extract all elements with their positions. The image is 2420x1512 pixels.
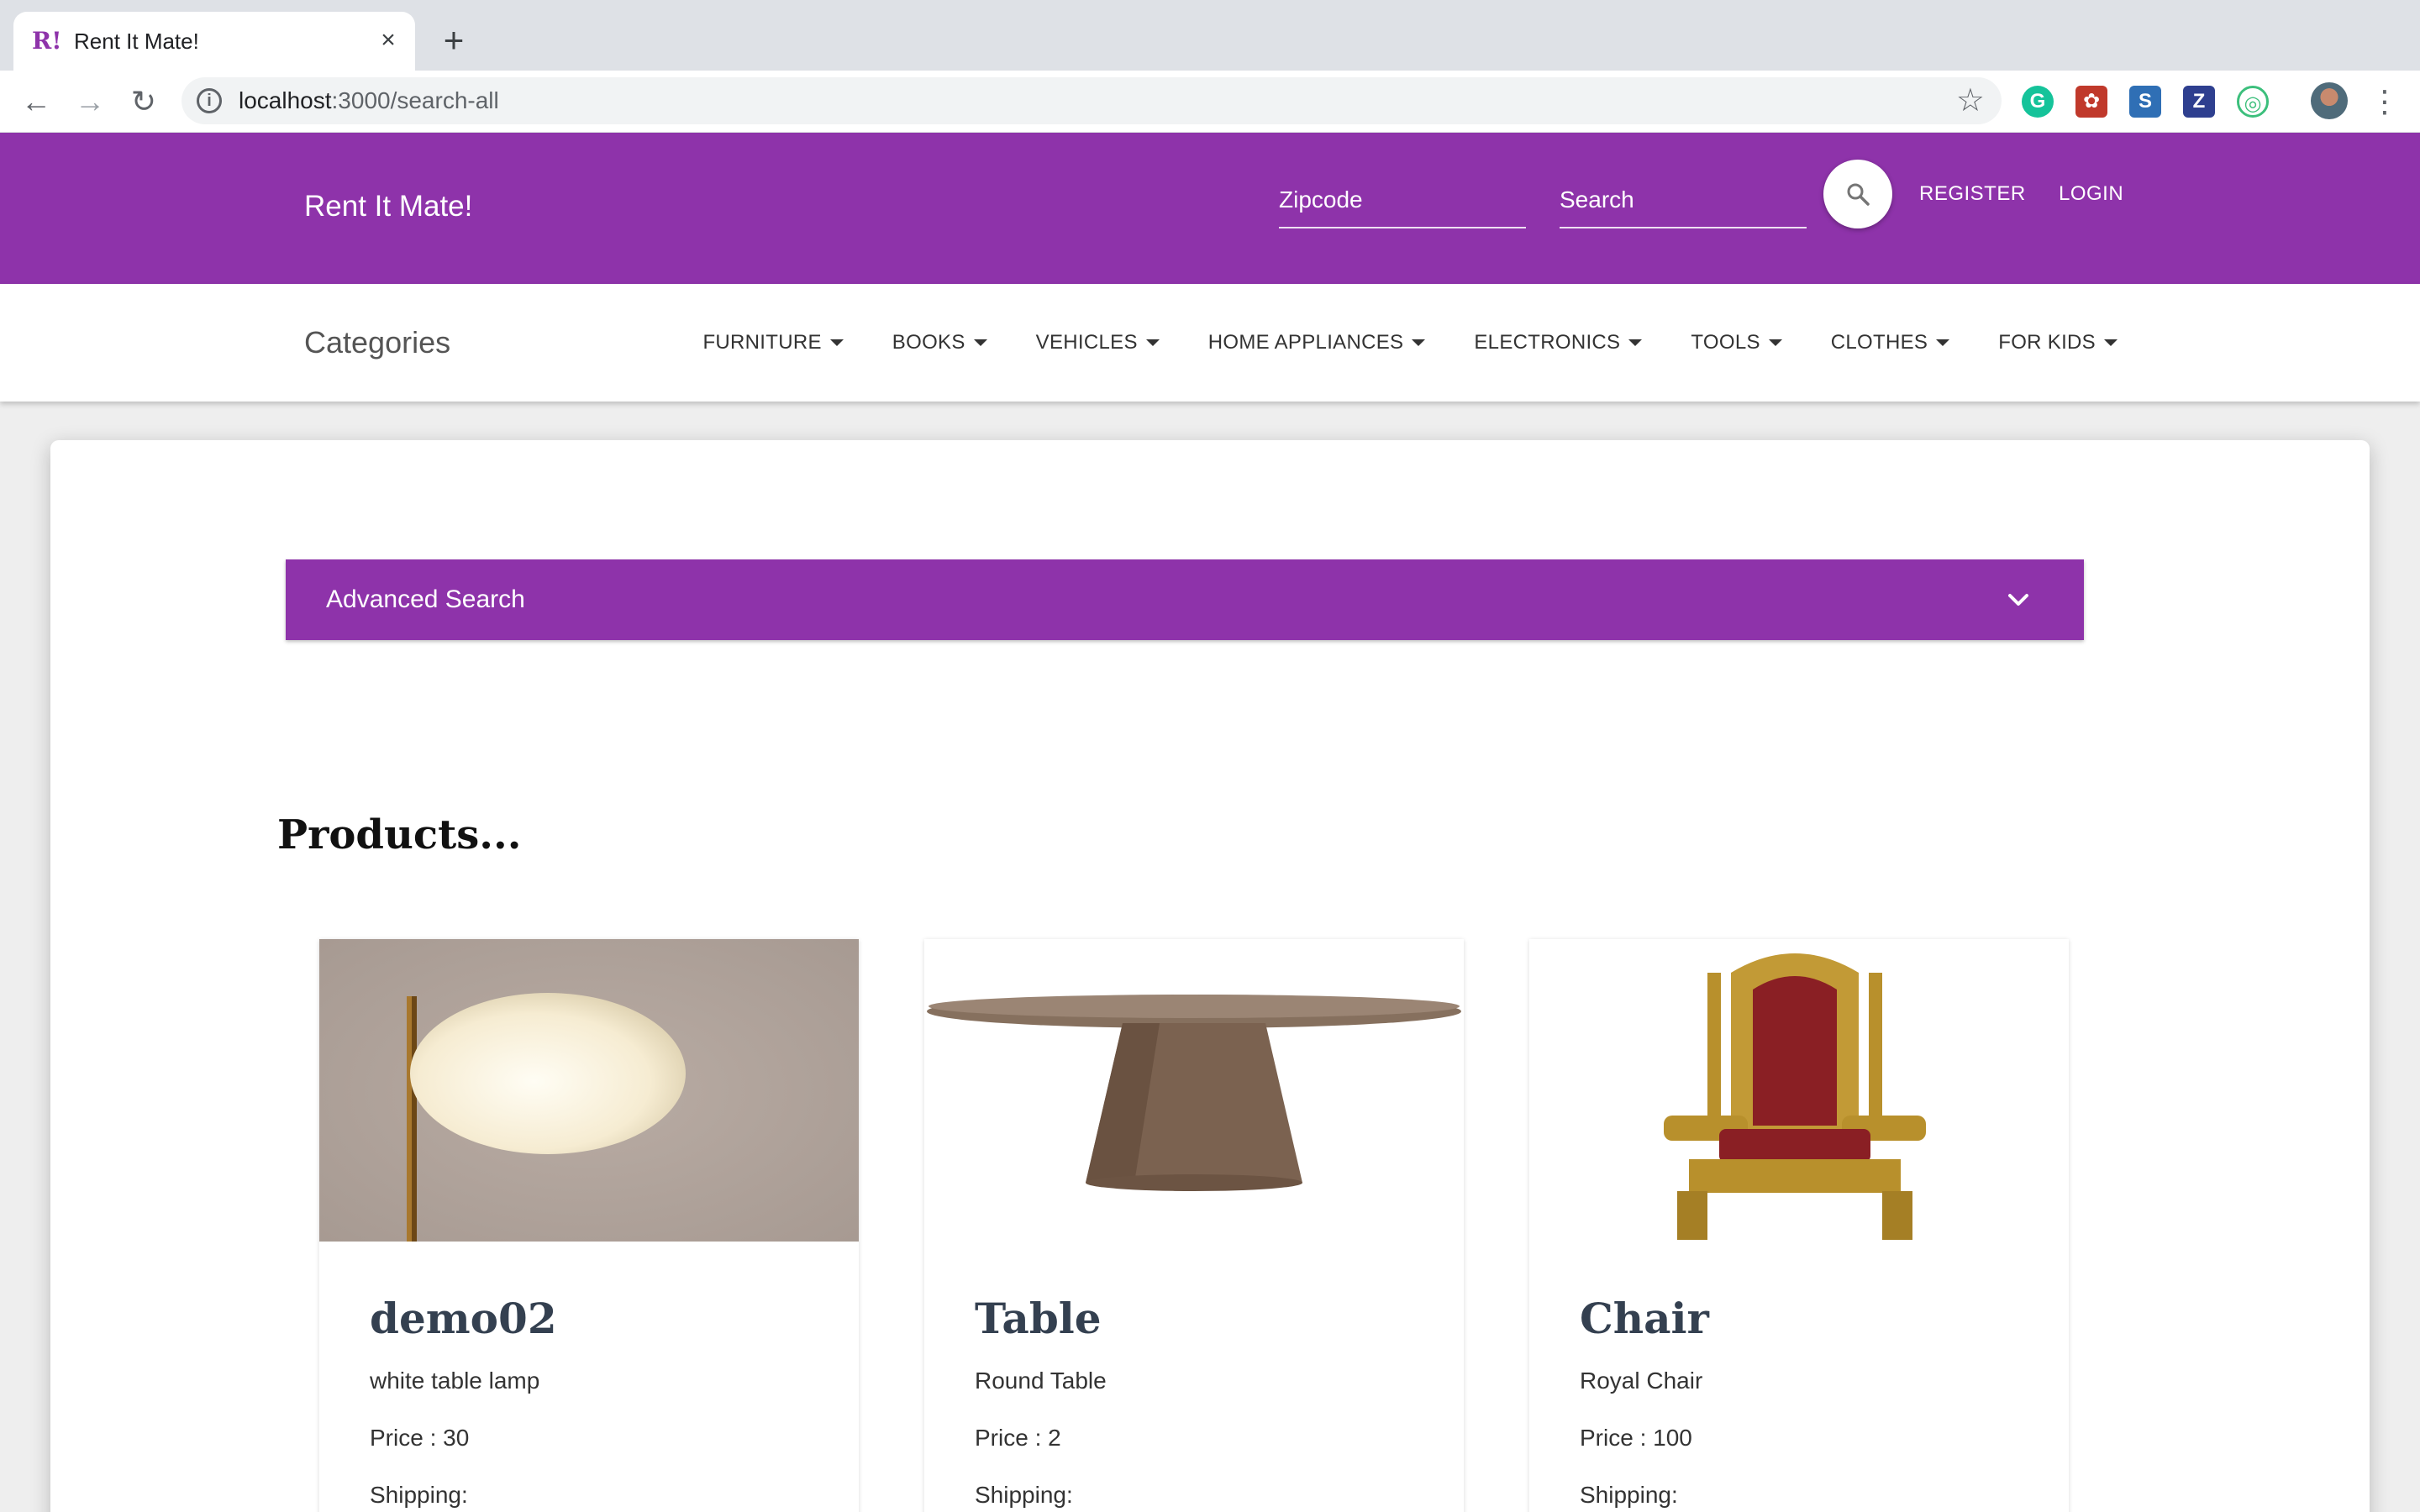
browser-menu-icon[interactable]: ⋮ <box>2370 82 2400 121</box>
products-title: Products... <box>277 811 522 858</box>
register-link[interactable]: REGISTER <box>1919 180 2026 208</box>
product-description: Round Table <box>975 1368 1107 1394</box>
category-furniture[interactable]: FURNITURE <box>702 328 844 358</box>
product-card[interactable]: demo02 white table lamp Price : 30 Shipp… <box>319 939 859 1512</box>
category-electronics[interactable]: ELECTRONICS <box>1474 328 1643 358</box>
advanced-search-panel[interactable]: Advanced Search <box>286 559 2084 640</box>
product-card[interactable]: Table Round Table Price : 2 Shipping: <box>924 939 1464 1512</box>
profile-avatar[interactable] <box>2311 82 2348 119</box>
extension-icon[interactable]: ✿ <box>2075 86 2107 118</box>
brand-title[interactable]: Rent It Mate! <box>304 188 472 225</box>
login-link[interactable]: LOGIN <box>2059 180 2123 208</box>
browser-toolbar: ← → ↻ i localhost:3000/search-all ☆ G ✿ … <box>0 71 2420 133</box>
favicon-icon: R! <box>32 27 62 55</box>
category-menu: FURNITURE BOOKS VEHICLES HOME APPLIANCES… <box>654 328 2118 358</box>
app-header: Rent It Mate! REGISTER LOGIN <box>0 133 2420 284</box>
caret-down-icon <box>1628 339 1643 346</box>
grammarly-extension-icon[interactable]: G <box>2022 86 2054 118</box>
address-bar[interactable]: i localhost:3000/search-all ☆ <box>182 77 2002 124</box>
caret-down-icon <box>1936 339 1950 346</box>
caret-down-icon <box>1412 339 1426 346</box>
product-shipping: Shipping: <box>370 1482 468 1508</box>
product-name[interactable]: demo02 <box>370 1292 557 1346</box>
search-input[interactable] <box>1560 175 1807 225</box>
product-price: Price : 100 <box>1580 1425 1692 1451</box>
new-tab-icon[interactable]: + <box>435 22 472 59</box>
product-price: Price : 30 <box>370 1425 470 1451</box>
category-for-kids[interactable]: FOR KIDS <box>1998 328 2118 358</box>
reload-icon[interactable]: ↻ <box>124 82 163 121</box>
search-field[interactable] <box>1560 175 1807 228</box>
product-card[interactable]: Chair Royal Chair Price : 100 Shipping: <box>1529 939 2069 1512</box>
product-description: white table lamp <box>370 1368 540 1394</box>
bookmark-star-icon[interactable]: ☆ <box>1956 84 1985 118</box>
extension-target-icon[interactable]: ◎ <box>2237 86 2269 118</box>
zipcode-input[interactable] <box>1279 175 1526 225</box>
product-name[interactable]: Table <box>975 1292 1102 1346</box>
product-image-table[interactable] <box>924 939 1464 1242</box>
product-shipping: Shipping: <box>975 1482 1073 1508</box>
categories-title: Categories <box>304 325 451 360</box>
categories-bar: Categories FURNITURE BOOKS VEHICLES HOME… <box>0 284 2420 402</box>
search-button[interactable] <box>1823 160 1892 228</box>
category-tools[interactable]: TOOLS <box>1691 328 1782 358</box>
chevron-down-icon[interactable] <box>2003 585 2033 615</box>
browser-tabstrip: R! Rent It Mate! × + <box>0 0 2420 71</box>
product-price: Price : 2 <box>975 1425 1061 1451</box>
caret-down-icon <box>973 339 987 346</box>
back-icon[interactable]: ← <box>17 82 55 121</box>
product-description: Royal Chair <box>1580 1368 1703 1394</box>
caret-down-icon <box>829 339 844 346</box>
category-vehicles[interactable]: VEHICLES <box>1036 328 1160 358</box>
tab-title: Rent It Mate! <box>74 29 199 54</box>
url-text: localhost:3000/search-all <box>239 87 499 113</box>
advanced-search-label: Advanced Search <box>326 585 525 613</box>
extension-z-icon[interactable]: Z <box>2183 86 2215 118</box>
browser-tab[interactable]: R! Rent It Mate! × <box>13 12 415 71</box>
forward-icon[interactable]: → <box>71 82 109 121</box>
main-content-card: Advanced Search Products... demo02 white… <box>50 440 2370 1512</box>
extension-s-icon[interactable]: S <box>2129 86 2161 118</box>
caret-down-icon <box>2104 339 2118 346</box>
category-home-appliances[interactable]: HOME APPLIANCES <box>1208 328 1426 358</box>
product-name[interactable]: Chair <box>1580 1292 1709 1346</box>
product-image-lamp[interactable] <box>319 939 859 1242</box>
info-icon[interactable]: i <box>197 88 222 113</box>
caret-down-icon <box>1145 339 1160 346</box>
category-clothes[interactable]: CLOTHES <box>1831 328 1950 358</box>
close-tab-icon[interactable]: × <box>373 25 403 55</box>
caret-down-icon <box>1768 339 1782 346</box>
product-shipping: Shipping: <box>1580 1482 1678 1508</box>
category-books[interactable]: BOOKS <box>892 328 987 358</box>
zipcode-field[interactable] <box>1279 175 1526 228</box>
search-icon <box>1847 183 1870 206</box>
product-image-chair[interactable] <box>1529 939 2069 1242</box>
